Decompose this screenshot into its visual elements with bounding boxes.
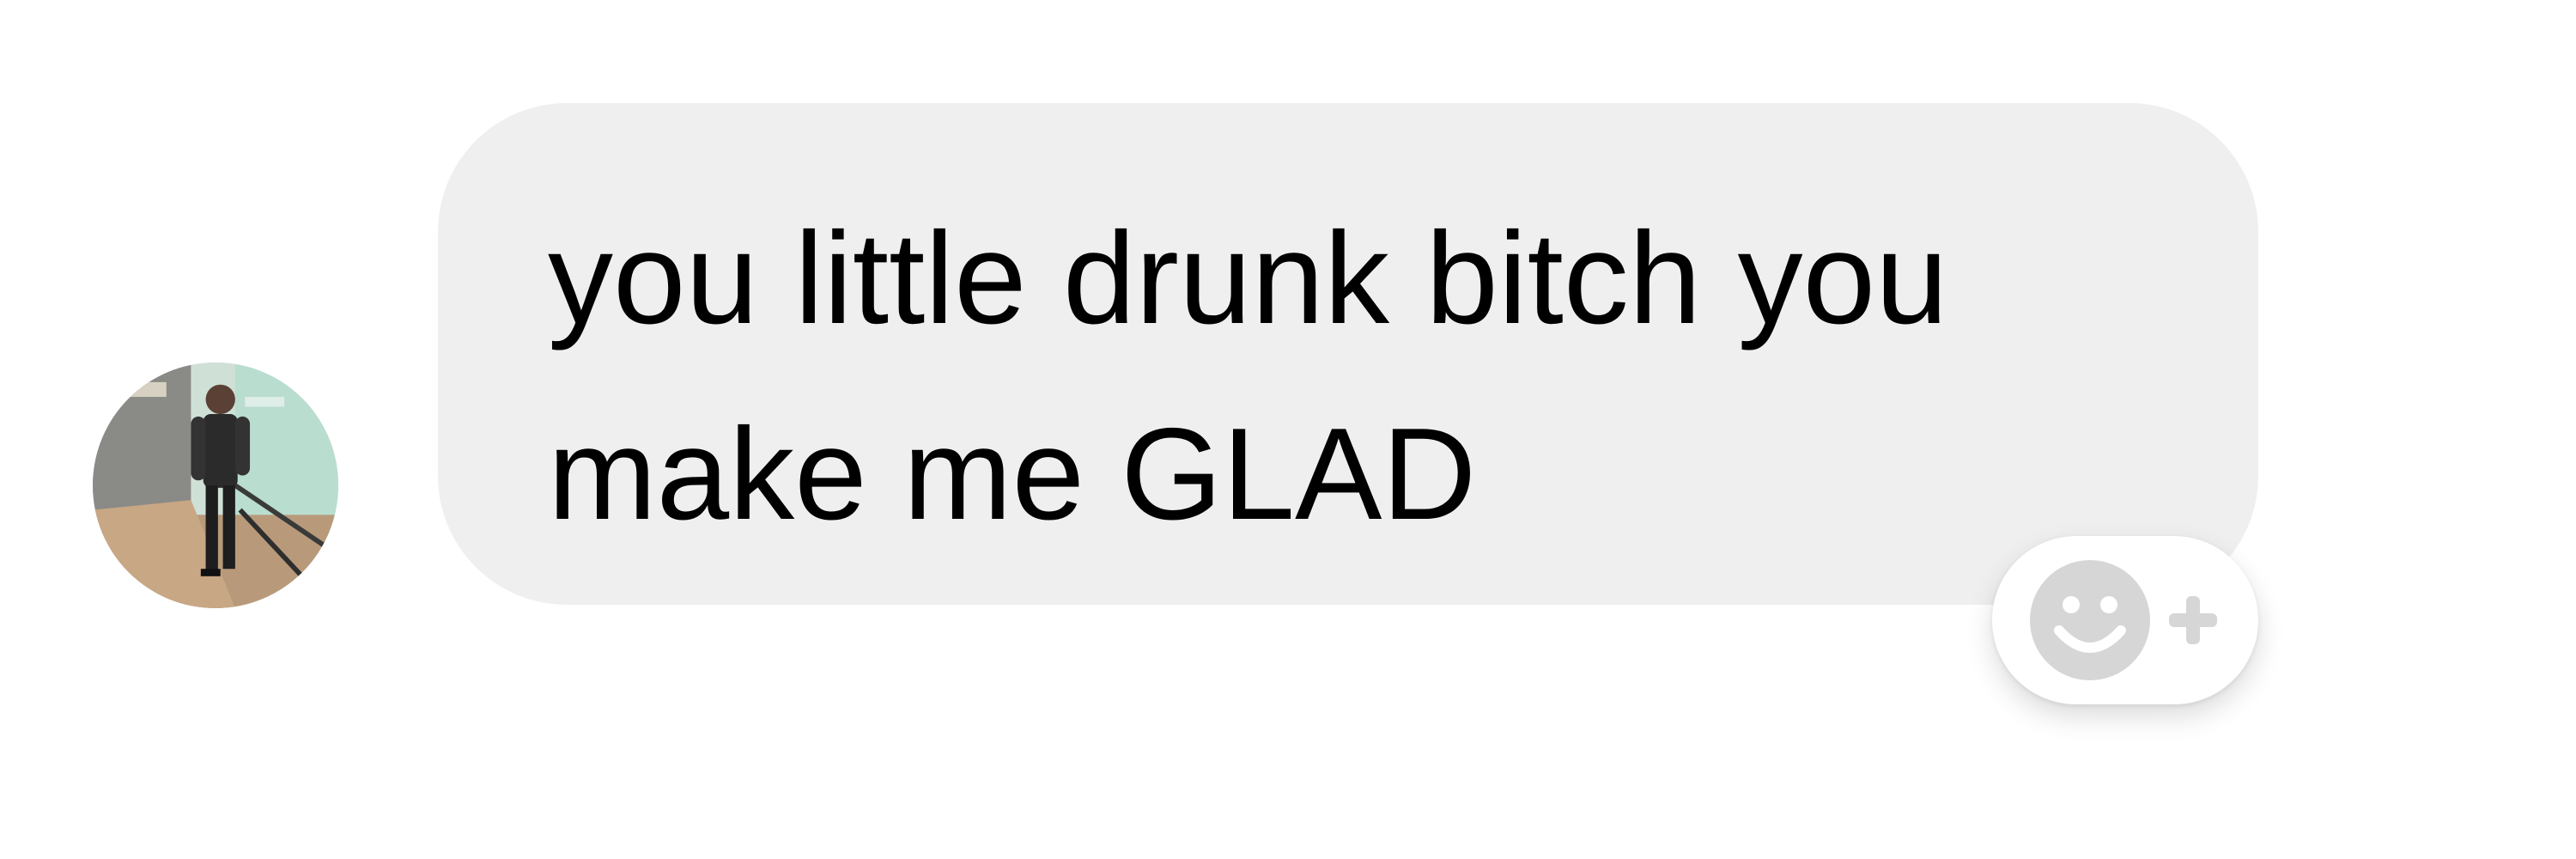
sender-avatar[interactable] bbox=[93, 362, 338, 608]
add-reaction-button[interactable] bbox=[1992, 536, 2258, 704]
add-reaction-icon bbox=[2030, 560, 2217, 680]
profile-photo-icon bbox=[93, 362, 338, 608]
message-thread: you little drunk bitch you make me GLAD bbox=[0, 0, 2576, 859]
message-text: you little drunk bitch you make me GLAD bbox=[548, 205, 1948, 547]
message-bubble[interactable]: you little drunk bitch you make me GLAD bbox=[438, 103, 2258, 605]
